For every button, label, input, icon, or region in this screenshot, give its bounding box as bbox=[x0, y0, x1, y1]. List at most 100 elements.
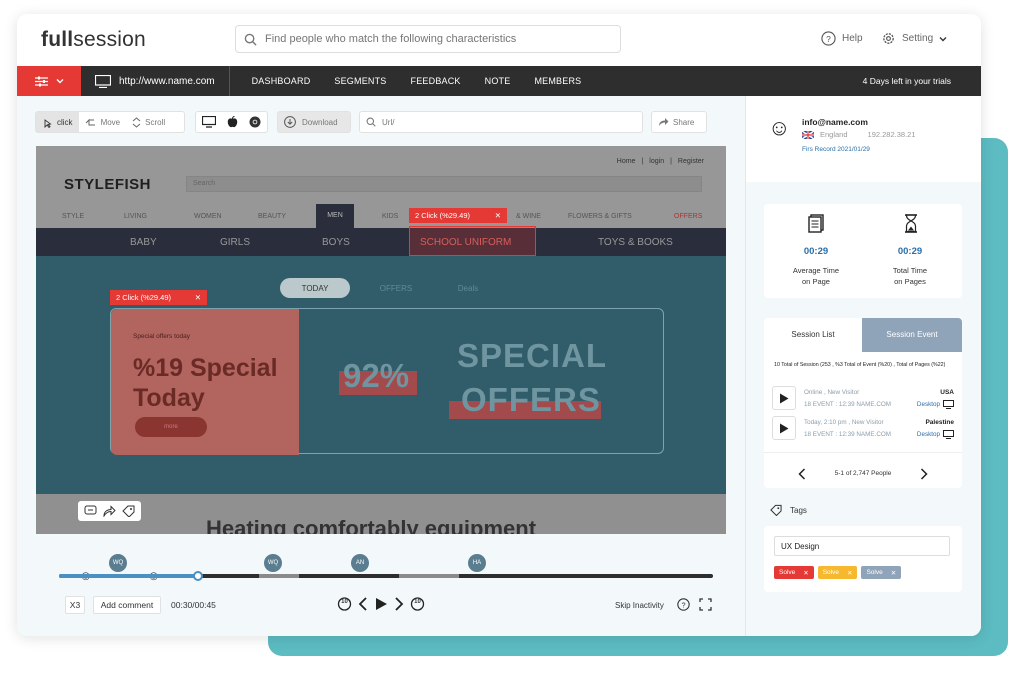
visitor-email: info@name.com bbox=[802, 117, 868, 127]
tag-input[interactable]: UX Design bbox=[774, 536, 950, 556]
playback-controls: 10 10 bbox=[337, 596, 425, 611]
session-replay-viewport[interactable]: Home | login | Register STYLEFISH Search… bbox=[36, 146, 726, 534]
replayed-category-row: STYLE LIVING WOMEN BEAUTY KIDS & WINE FL… bbox=[62, 213, 703, 220]
help-button[interactable]: ? Help bbox=[821, 31, 863, 46]
click-mode-button[interactable]: click bbox=[36, 112, 79, 132]
session-row[interactable]: Today, 2:10 pm , New Visitor 18 EVENT : … bbox=[772, 416, 954, 442]
replayed-promo-banner: Special offers today %19 Special Today m… bbox=[110, 308, 664, 455]
timeline-marker-ha[interactable]: HA bbox=[468, 554, 486, 572]
download-button-content: Download bbox=[278, 112, 344, 132]
average-time-label: Average Time on Page bbox=[792, 266, 840, 286]
logo: fullsession bbox=[41, 28, 146, 51]
scroll-icon bbox=[132, 116, 141, 128]
search-input[interactable] bbox=[265, 33, 605, 45]
download-button[interactable]: Download bbox=[277, 111, 351, 133]
cursor-click-icon bbox=[44, 118, 52, 128]
tab-session-event[interactable]: Session Event bbox=[862, 318, 962, 352]
previous-icon[interactable] bbox=[358, 596, 368, 611]
help-icon[interactable]: ? bbox=[677, 598, 690, 611]
sessions-card: Session List Session Event 10 Total of S… bbox=[764, 318, 962, 488]
search-icon bbox=[244, 33, 257, 46]
add-comment-button[interactable]: Add comment bbox=[93, 596, 161, 614]
tab-session-list[interactable]: Session List bbox=[764, 318, 862, 352]
forward-10-button[interactable]: 10 bbox=[410, 596, 425, 611]
timeline-scrubber[interactable] bbox=[193, 571, 203, 581]
desktop-icon[interactable] bbox=[201, 116, 216, 128]
nav-link-feedback[interactable]: FEEDBACK bbox=[411, 76, 461, 86]
setting-button[interactable]: Setting bbox=[881, 31, 947, 46]
chevron-down-icon bbox=[56, 79, 63, 84]
total-time-label: Total Time on Pages bbox=[892, 266, 928, 286]
scroll-mode-button[interactable]: Scroll bbox=[126, 112, 171, 132]
play-icon[interactable] bbox=[374, 597, 388, 611]
url-field[interactable] bbox=[359, 111, 643, 133]
replayed-men-tab: MEN bbox=[316, 204, 354, 228]
apple-icon[interactable] bbox=[227, 116, 238, 128]
click-heat-region-school-uniform[interactable] bbox=[409, 226, 536, 256]
visitor-location: England 192.282.38.21 bbox=[802, 130, 916, 139]
top-nav: http://www.name.com DASHBOARD SEGMENTS F… bbox=[17, 66, 981, 96]
play-session-button[interactable] bbox=[772, 386, 796, 410]
help-icon: ? bbox=[821, 31, 836, 46]
timeline-progress bbox=[59, 574, 197, 578]
nav-links: DASHBOARD SEGMENTS FEEDBACK NOTE MEMBERS bbox=[230, 76, 582, 86]
share-button[interactable]: Share bbox=[651, 111, 707, 133]
uk-flag-icon bbox=[802, 130, 814, 139]
share-button-content: Share bbox=[652, 112, 700, 132]
timeline-marker-an[interactable]: AN bbox=[351, 554, 369, 572]
tag-icon[interactable] bbox=[122, 505, 135, 517]
average-time-value: 00:29 bbox=[803, 246, 829, 257]
chevron-down-icon bbox=[939, 36, 947, 41]
interaction-mode-toolbar: click Move Scroll bbox=[35, 111, 185, 133]
close-icon[interactable]: ✕ bbox=[803, 569, 808, 577]
sliders-icon bbox=[34, 76, 48, 86]
filter-menu-button[interactable] bbox=[17, 66, 81, 96]
url-input[interactable] bbox=[382, 117, 492, 127]
chevron-right-icon[interactable] bbox=[920, 468, 928, 480]
close-icon[interactable]: ✕ bbox=[195, 293, 201, 302]
timeline-marker-wq[interactable]: WQ bbox=[109, 554, 127, 572]
tag-chip[interactable]: Solve ✕ bbox=[817, 566, 858, 579]
tag-chips: Solve ✕ Solve ✕ Solve ✕ bbox=[774, 566, 902, 579]
fullscreen-icon[interactable] bbox=[699, 598, 712, 611]
search-bar[interactable] bbox=[235, 25, 621, 53]
chrome-icon[interactable] bbox=[249, 116, 261, 128]
comment-icon[interactable] bbox=[84, 505, 97, 517]
timeline-marker-wq[interactable]: WQ bbox=[264, 554, 282, 572]
right-sidebar: ☺ info@name.com England 192.282.38.21 Fi… bbox=[745, 96, 981, 636]
close-icon[interactable]: ✕ bbox=[847, 569, 852, 577]
tag-chip[interactable]: Solve ✕ bbox=[774, 566, 814, 579]
device-toolbar bbox=[195, 111, 268, 133]
replayed-site-logo: STYLEFISH bbox=[64, 176, 152, 193]
document-icon bbox=[808, 214, 824, 233]
nav-link-note[interactable]: NOTE bbox=[485, 76, 511, 86]
hourglass-icon bbox=[905, 214, 917, 233]
rewind-10-button[interactable]: 10 bbox=[337, 596, 352, 611]
time-stats-card: 00:29 Average Time on Page 00:29 Total T… bbox=[764, 204, 962, 298]
share-icon bbox=[659, 118, 669, 126]
hand-move-icon bbox=[85, 118, 95, 125]
play-session-button[interactable] bbox=[772, 416, 796, 440]
close-icon[interactable]: ✕ bbox=[495, 211, 501, 220]
next-icon[interactable] bbox=[394, 596, 404, 611]
click-count-label: 2 Click (%29.49) ✕ bbox=[110, 290, 207, 305]
tag-chip[interactable]: Solve ✕ bbox=[861, 566, 902, 579]
share-arrow-icon[interactable] bbox=[103, 505, 116, 517]
replayed-site-search: Search bbox=[186, 176, 702, 192]
play-icon bbox=[780, 393, 789, 403]
move-mode-button[interactable]: Move bbox=[79, 112, 127, 132]
download-icon bbox=[284, 116, 296, 128]
total-time-value: 00:29 bbox=[897, 246, 923, 257]
replayed-site-top-links: Home | login | Register bbox=[616, 158, 704, 165]
session-summary: 10 Total of Session (253 , %3 Total of E… bbox=[774, 362, 946, 368]
session-row[interactable]: Online , New Visitor 18 EVENT : 12:39 NA… bbox=[772, 386, 954, 412]
app-window: fullsession ? Help Setting http://www.na… bbox=[17, 14, 981, 636]
speed-button[interactable]: X3 bbox=[65, 596, 85, 614]
playback-timeline[interactable] bbox=[59, 571, 713, 581]
nav-link-dashboard[interactable]: DASHBOARD bbox=[252, 76, 311, 86]
skip-inactivity-toggle[interactable]: Skip Inactivity bbox=[615, 601, 664, 610]
desktop-icon bbox=[943, 430, 954, 439]
nav-link-segments[interactable]: SEGMENTS bbox=[334, 76, 386, 86]
close-icon[interactable]: ✕ bbox=[891, 569, 896, 577]
nav-link-members[interactable]: MEMBERS bbox=[534, 76, 581, 86]
